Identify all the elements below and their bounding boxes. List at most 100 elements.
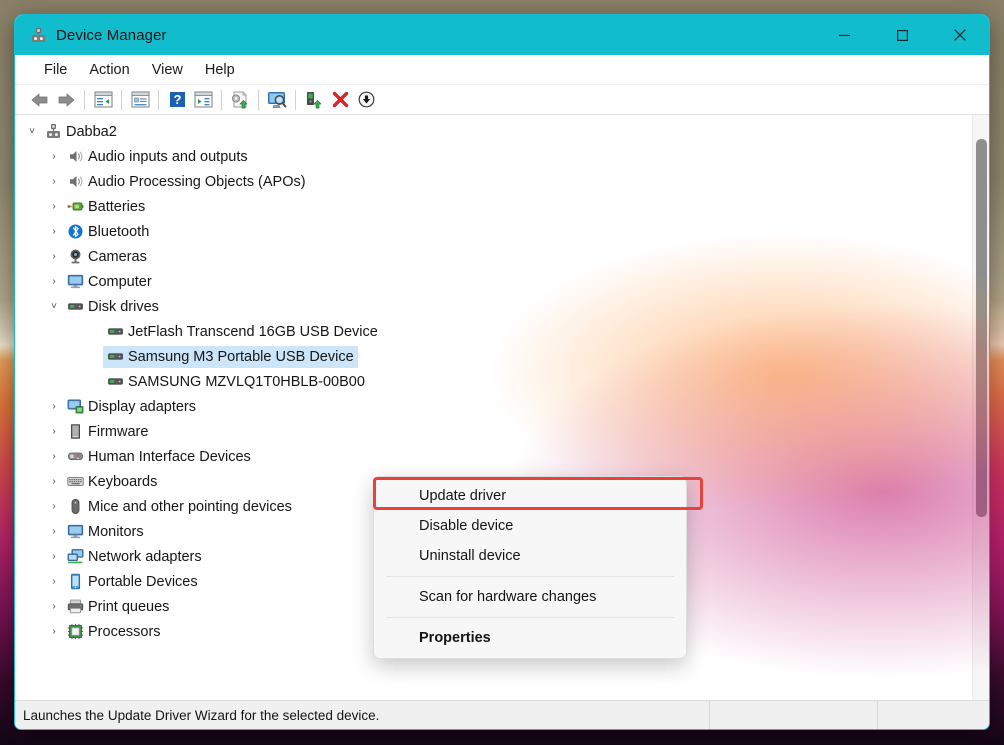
vertical-scrollbar[interactable] bbox=[972, 115, 989, 700]
tree-node-label: Disk drives bbox=[88, 298, 159, 315]
tree-node-content: Disk drives bbox=[63, 296, 163, 318]
tree-node-content: Audio inputs and outputs bbox=[63, 146, 252, 168]
chevron-right-icon[interactable]: › bbox=[45, 226, 63, 237]
enable-device-icon[interactable] bbox=[353, 88, 379, 112]
tree-node-label: Audio Processing Objects (APOs) bbox=[88, 173, 306, 190]
chevron-right-icon[interactable]: › bbox=[45, 551, 63, 562]
tree-node[interactable]: SAMSUNG MZVLQ1T0HBLB-00B00 bbox=[15, 369, 972, 394]
show-hide-action-pane-icon[interactable] bbox=[190, 88, 216, 112]
chevron-right-icon[interactable]: › bbox=[45, 601, 63, 612]
tree-node[interactable]: › Computer bbox=[15, 269, 972, 294]
chevron-right-icon[interactable]: › bbox=[45, 451, 63, 462]
chevron-right-icon[interactable]: › bbox=[45, 251, 63, 262]
tree-node-label: Processors bbox=[88, 623, 161, 640]
desktop-background: Device Manager File Action View Help ? ˅… bbox=[0, 0, 1004, 745]
scan-for-hardware-changes-icon[interactable] bbox=[264, 88, 290, 112]
network-adapter-icon bbox=[65, 548, 85, 565]
help-icon[interactable]: ? bbox=[164, 88, 190, 112]
menu-help[interactable]: Help bbox=[194, 59, 246, 81]
tree-node-label: Print queues bbox=[88, 598, 170, 615]
menu-action[interactable]: Action bbox=[78, 59, 140, 81]
context-menu-separator bbox=[386, 617, 674, 618]
hid-icon bbox=[65, 448, 85, 465]
show-hide-console-tree-icon[interactable] bbox=[90, 88, 116, 112]
tree-node-content: Batteries bbox=[63, 196, 149, 218]
chevron-right-icon[interactable]: › bbox=[45, 626, 63, 637]
firmware-icon bbox=[65, 423, 85, 440]
menu-view[interactable]: View bbox=[141, 59, 194, 81]
tree-node-label: Firmware bbox=[88, 423, 149, 440]
maximize-button[interactable] bbox=[873, 15, 931, 55]
back-icon[interactable] bbox=[27, 88, 53, 112]
tree-node-content: Firmware bbox=[63, 421, 152, 443]
tree-node[interactable]: › Bluetooth bbox=[15, 219, 972, 244]
tree-node-content: Mice and other pointing devices bbox=[63, 496, 296, 518]
chevron-right-icon[interactable]: › bbox=[45, 151, 63, 162]
disk-drive-icon bbox=[105, 348, 125, 365]
close-button[interactable] bbox=[931, 15, 989, 55]
scrollbar-thumb[interactable] bbox=[976, 139, 987, 517]
chevron-right-icon[interactable]: › bbox=[45, 176, 63, 187]
tree-node[interactable]: › Display adapters bbox=[15, 394, 972, 419]
status-bar-cell-1 bbox=[709, 700, 877, 729]
status-bar: Launches the Update Driver Wizard for th… bbox=[15, 700, 989, 729]
update-driver-icon[interactable] bbox=[227, 88, 253, 112]
menu-file[interactable]: File bbox=[33, 59, 78, 81]
forward-icon[interactable] bbox=[53, 88, 79, 112]
tree-node-content: SAMSUNG MZVLQ1T0HBLB-00B00 bbox=[103, 371, 369, 393]
toolbar: ? bbox=[15, 85, 989, 115]
tree-node[interactable]: › Human Interface Devices bbox=[15, 444, 972, 469]
context-menu: Update driver Disable device Uninstall d… bbox=[373, 476, 703, 659]
title-bar[interactable]: Device Manager bbox=[15, 15, 989, 55]
chevron-right-icon[interactable]: › bbox=[45, 501, 63, 512]
chevron-right-icon[interactable]: › bbox=[45, 426, 63, 437]
tree-node[interactable]: › Audio Processing Objects (APOs) bbox=[15, 169, 972, 194]
tree-node[interactable]: › Cameras bbox=[15, 244, 972, 269]
tree-node[interactable]: › Audio inputs and outputs bbox=[15, 144, 972, 169]
tree-node-label: Mice and other pointing devices bbox=[88, 498, 292, 515]
toolbar-separator bbox=[295, 89, 296, 110]
status-bar-text: Launches the Update Driver Wizard for th… bbox=[23, 707, 380, 723]
tree-node-content: Processors bbox=[63, 621, 165, 643]
tree-node[interactable]: ˅ Dabba2 bbox=[15, 119, 972, 144]
context-menu-item-scan-for-hardware-changes[interactable]: Scan for hardware changes bbox=[374, 582, 686, 612]
tree-node-label: Bluetooth bbox=[88, 223, 150, 240]
tree-node[interactable]: JetFlash Transcend 16GB USB Device bbox=[15, 319, 972, 344]
tree-node[interactable]: › Firmware bbox=[15, 419, 972, 444]
tree-node-content: Display adapters bbox=[63, 396, 200, 418]
chevron-down-icon[interactable]: ˅ bbox=[45, 301, 63, 312]
monitor-icon bbox=[65, 523, 85, 540]
battery-icon bbox=[65, 198, 85, 215]
tree-node-label: Monitors bbox=[88, 523, 144, 540]
chevron-down-icon[interactable]: ˅ bbox=[23, 126, 41, 137]
context-menu-separator bbox=[386, 576, 674, 577]
tree-node[interactable]: › Batteries bbox=[15, 194, 972, 219]
speaker-icon bbox=[65, 148, 85, 165]
chevron-right-icon[interactable]: › bbox=[45, 476, 63, 487]
chevron-right-icon[interactable]: › bbox=[45, 401, 63, 412]
tree-node-label: Samsung M3 Portable USB Device bbox=[128, 348, 354, 365]
tree-node-content: Network adapters bbox=[63, 546, 206, 568]
device-tree-pane: ˅ Dabba2 › Audio inputs and outputs › Audio P… bbox=[15, 115, 989, 700]
context-menu-item-update-driver[interactable]: Update driver bbox=[374, 481, 686, 511]
printer-icon bbox=[65, 598, 85, 615]
tree-node-label: Dabba2 bbox=[66, 123, 117, 140]
context-menu-item-uninstall-device[interactable]: Uninstall device bbox=[374, 541, 686, 571]
properties-icon[interactable] bbox=[127, 88, 153, 112]
chevron-right-icon[interactable]: › bbox=[45, 526, 63, 537]
context-menu-item-disable-device[interactable]: Disable device bbox=[374, 511, 686, 541]
window-controls bbox=[815, 15, 989, 55]
toolbar-separator bbox=[121, 89, 122, 110]
chevron-right-icon[interactable]: › bbox=[45, 276, 63, 287]
tree-node-content: Computer bbox=[63, 271, 156, 293]
disable-device-icon[interactable] bbox=[327, 88, 353, 112]
chevron-right-icon[interactable]: › bbox=[45, 576, 63, 587]
context-menu-item-properties[interactable]: Properties bbox=[374, 623, 686, 653]
chevron-right-icon[interactable]: › bbox=[45, 201, 63, 212]
mouse-icon bbox=[65, 498, 85, 515]
minimize-button[interactable] bbox=[815, 15, 873, 55]
tree-node[interactable]: ˅ Disk drives bbox=[15, 294, 972, 319]
tree-node[interactable]: Samsung M3 Portable USB Device bbox=[15, 344, 972, 369]
tree-node-content: Monitors bbox=[63, 521, 148, 543]
uninstall-device-icon[interactable] bbox=[301, 88, 327, 112]
